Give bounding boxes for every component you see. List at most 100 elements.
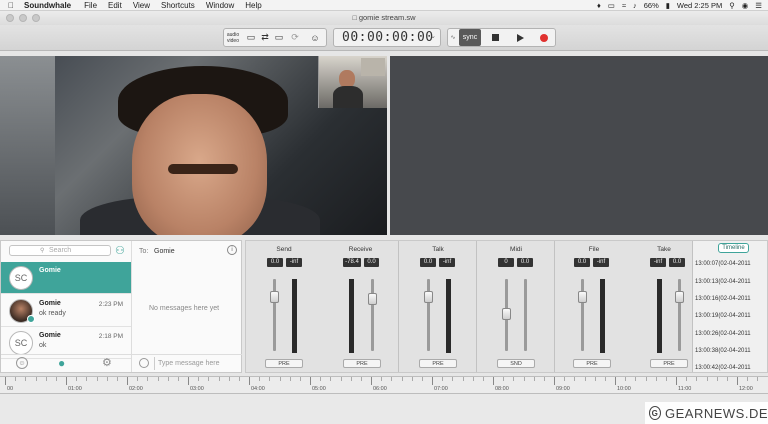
midi-fader-knob[interactable]: [502, 308, 511, 320]
timeline-entry[interactable]: 13:00:26(02-04-2011: [695, 331, 751, 337]
ruler-minor-tick: [686, 377, 688, 381]
menu-window[interactable]: Window: [206, 1, 234, 10]
receive-meter: [349, 279, 354, 353]
close-window-button[interactable]: [6, 14, 14, 22]
transport-group: ∿ sync: [447, 28, 556, 47]
timecode-display[interactable]: 00:00:00:00 ⌄: [333, 28, 441, 47]
send-pre-button[interactable]: PRE: [265, 359, 303, 368]
ruler-minor-tick: [452, 377, 454, 381]
video-label: video: [227, 37, 239, 44]
receive-pre-button[interactable]: PRE: [343, 359, 381, 368]
send-fader-knob[interactable]: [270, 291, 279, 303]
ruler-tick: [310, 377, 311, 385]
ruler-minor-tick: [533, 377, 535, 381]
play-icon[interactable]: [511, 29, 529, 46]
ruler-minor-tick: [503, 377, 505, 381]
menu-shortcuts[interactable]: Shortcuts: [161, 1, 195, 10]
apple-icon[interactable]: : [4, 1, 18, 10]
take-pre-button[interactable]: PRE: [650, 359, 688, 368]
take-fader-knob[interactable]: [675, 291, 684, 303]
menu-file[interactable]: File: [84, 1, 97, 10]
ruler-minor-tick: [35, 377, 37, 381]
ruler-minor-tick: [584, 377, 586, 381]
timeline-entry[interactable]: 13:00:19(02-04-2011: [695, 313, 751, 319]
sync-button[interactable]: sync: [459, 29, 481, 46]
chat-tab-icon[interactable]: ●: [58, 356, 65, 370]
file-pre-button[interactable]: PRE: [573, 359, 611, 368]
battery-percent[interactable]: 66%: [644, 1, 659, 10]
contact-time: 2:18 PM: [98, 333, 123, 340]
receive-value: -78.4: [343, 258, 361, 267]
take-meter: [657, 279, 662, 353]
timeline-button[interactable]: Timeline: [718, 243, 749, 253]
message-input[interactable]: Type message here: [154, 357, 240, 370]
ruler-tick: [432, 377, 433, 385]
talk-fader-track[interactable]: [427, 279, 430, 351]
ruler-minor-tick: [716, 377, 718, 381]
contact-name: Gomie: [39, 332, 61, 339]
menu-view[interactable]: View: [133, 1, 150, 10]
ruler-minor-tick: [167, 377, 169, 381]
people-icon[interactable]: ☺: [305, 29, 325, 46]
midi-snd-button[interactable]: SND: [497, 359, 535, 368]
search-input[interactable]: ⚲ Search: [9, 245, 111, 256]
battery-icon[interactable]: ▮: [666, 1, 670, 10]
strip-midi: Midi 0 0.0 SND: [478, 241, 555, 372]
talk-pre-button[interactable]: PRE: [419, 359, 457, 368]
ruler-minor-tick: [55, 377, 57, 381]
volume-icon[interactable]: ♪: [633, 1, 637, 10]
midi-fader-track-2[interactable]: [524, 279, 527, 351]
contact-item[interactable]: Gomie ok ready 2:23 PM: [1, 295, 131, 327]
take-fader-track[interactable]: [678, 279, 681, 351]
screen-b-icon[interactable]: ▭: [271, 29, 287, 46]
send-fader-track[interactable]: [273, 279, 276, 351]
airplay-icon[interactable]: ▭: [608, 1, 615, 10]
stop-icon[interactable]: [486, 29, 504, 46]
link-icon[interactable]: ⇄: [259, 29, 271, 46]
people-tab-icon[interactable]: ☺: [16, 357, 28, 369]
info-icon[interactable]: i: [227, 245, 237, 255]
menubar-clock[interactable]: Wed 2:25 PM: [677, 1, 722, 10]
chat-footer-tabs: ☺ ● ⚙: [1, 354, 131, 372]
timeline-entry[interactable]: 13:00:42(02-04-2011: [695, 365, 751, 371]
record-icon[interactable]: [535, 29, 553, 46]
screen-a-icon[interactable]: ▭: [243, 29, 259, 46]
talk-fader-knob[interactable]: [424, 291, 433, 303]
timeline-entry[interactable]: 13:00:38(02-04-2011: [695, 348, 751, 354]
user-icon[interactable]: ◉: [742, 1, 749, 10]
list-icon[interactable]: ☰: [755, 1, 762, 10]
settings-tab-icon[interactable]: ⚙: [102, 356, 112, 369]
empty-messages-text: No messages here yet: [149, 305, 220, 312]
minimize-window-button[interactable]: [19, 14, 27, 22]
avatar: SC: [9, 266, 33, 290]
menu-edit[interactable]: Edit: [108, 1, 122, 10]
contact-item[interactable]: SC Gomie: [1, 262, 131, 294]
search-icon[interactable]: ⚲: [729, 1, 735, 10]
time-ruler[interactable]: 00 01:00 02:00 03:00 04:00 05:00 06:00 07:00 08:…: [0, 376, 768, 394]
zoom-window-button[interactable]: [32, 14, 40, 22]
watermark: G GEARNEWS.DE: [645, 402, 768, 424]
view-mode-group: audio video ▭ ⇄ ▭ ⟳ ☺: [223, 28, 327, 47]
document-icon: □: [352, 15, 357, 22]
timeline-entry[interactable]: 13:00:13(02-04-2011: [695, 279, 751, 285]
timeline-entry[interactable]: 13:00:16(02-04-2011: [695, 296, 751, 302]
receive-fader-knob[interactable]: [368, 293, 377, 305]
menu-help[interactable]: Help: [245, 1, 261, 10]
audio-video-toggle[interactable]: audio video: [225, 29, 241, 46]
search-icon: ⚲: [40, 248, 45, 254]
timeline-entry[interactable]: 13:00:07(02-04-2011: [695, 261, 751, 267]
menu-app-name[interactable]: Soundwhale: [24, 1, 71, 10]
file-fader-knob[interactable]: [578, 291, 587, 303]
ruler-minor-tick: [401, 377, 403, 381]
chevron-down-icon[interactable]: ⌄: [430, 32, 436, 40]
file-fader-track[interactable]: [581, 279, 584, 351]
receive-fader-track[interactable]: [371, 279, 374, 351]
refresh-icon[interactable]: ⟳: [287, 29, 303, 46]
clock-icon[interactable]: [139, 358, 149, 368]
ruler-minor-tick: [594, 377, 596, 381]
ruler-tick: [5, 377, 6, 385]
contacts-icon[interactable]: ⚇: [115, 244, 125, 257]
wifi-icon[interactable]: ≈: [622, 1, 626, 10]
dropbox-icon[interactable]: ♦: [597, 1, 601, 10]
ruler-tick: [676, 377, 677, 385]
